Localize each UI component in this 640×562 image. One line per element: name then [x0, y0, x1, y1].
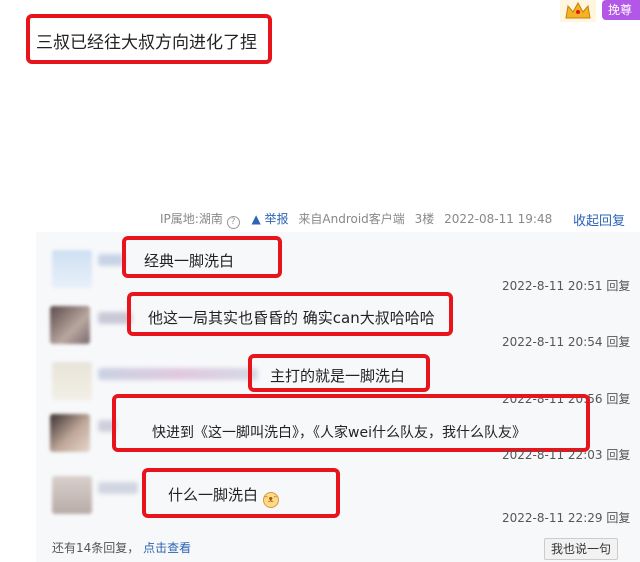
reply-text: 他这一局其实也昏昏的 确实can大叔哈哈哈	[148, 309, 435, 327]
avatar[interactable]	[52, 250, 92, 288]
reply-meta: 2022-8-11 22:03 回复	[502, 446, 630, 463]
crown-icon	[560, 0, 596, 22]
floor-number: 3楼	[414, 212, 435, 226]
reply-time: 2022-8-11 20:51	[502, 279, 603, 293]
help-circle-icon[interactable]: ?	[226, 216, 240, 229]
avatar[interactable]	[50, 414, 90, 452]
reply-button[interactable]: 回复	[606, 392, 630, 406]
reply-time: 2022-8-11 22:03	[502, 448, 603, 462]
username[interactable]	[98, 482, 138, 494]
smile-emoji-icon: ᵔᴥᵔ	[262, 492, 279, 508]
avatar[interactable]	[52, 476, 92, 514]
corner-button-label: 挽尊	[608, 3, 633, 17]
reply-button[interactable]: 回复	[606, 511, 630, 525]
reply-button[interactable]: 回复	[606, 335, 630, 349]
ip-location: IP属地:湖南	[160, 212, 223, 226]
reply-line: 什么一脚洗白 ᵔᴥᵔ	[168, 484, 279, 508]
collapse-replies-link[interactable]: 收起回复	[573, 210, 625, 229]
reply-time: 2022-8-11 20:54	[502, 335, 603, 349]
reply-meta: 2022-8-11 22:29 回复	[502, 509, 630, 526]
username[interactable]	[98, 368, 258, 380]
reply-button[interactable]: 回复	[606, 279, 630, 293]
more-replies: 还有14条回复， 点击查看	[52, 539, 191, 556]
reply-text: 快进到《这一脚叫洗白》，《人家wei什么队友，我什么队友》	[152, 425, 526, 441]
post-text: 三叔已经往大叔方向进化了捏	[36, 33, 257, 53]
post-meta-row: IP属地:湖南 ? ▲ 举报 来自Android客户端 3楼 2022-08-1…	[160, 210, 552, 229]
reply-text: 经典一脚洗白	[144, 252, 235, 270]
avatar[interactable]	[52, 362, 92, 400]
more-replies-text: 还有14条回复，	[52, 541, 140, 555]
reply-input-button[interactable]: 我也说一句	[544, 538, 618, 560]
warning-icon: ▲	[251, 212, 261, 226]
reply-text: 什么一脚洗白	[168, 486, 259, 504]
username[interactable]	[98, 254, 124, 266]
reply-text: 主打的就是一脚洗白	[270, 367, 406, 385]
view-more-link[interactable]: 点击查看	[143, 541, 191, 555]
reply-meta: 2022-8-11 20:51 回复	[502, 277, 630, 294]
reply-button[interactable]: 回复	[606, 448, 630, 462]
reply-time: 2022-8-11 22:29	[502, 511, 603, 525]
corner-button[interactable]: 挽尊	[602, 0, 640, 20]
report-link[interactable]: 举报	[265, 212, 289, 226]
reply-meta: 2022-8-11 20:54 回复	[502, 333, 630, 350]
client-info: 来自Android客户端	[298, 212, 405, 226]
avatar[interactable]	[50, 306, 90, 344]
reply-input-button-label: 我也说一句	[550, 542, 611, 556]
post-datetime: 2022-08-11 19:48	[444, 212, 553, 226]
